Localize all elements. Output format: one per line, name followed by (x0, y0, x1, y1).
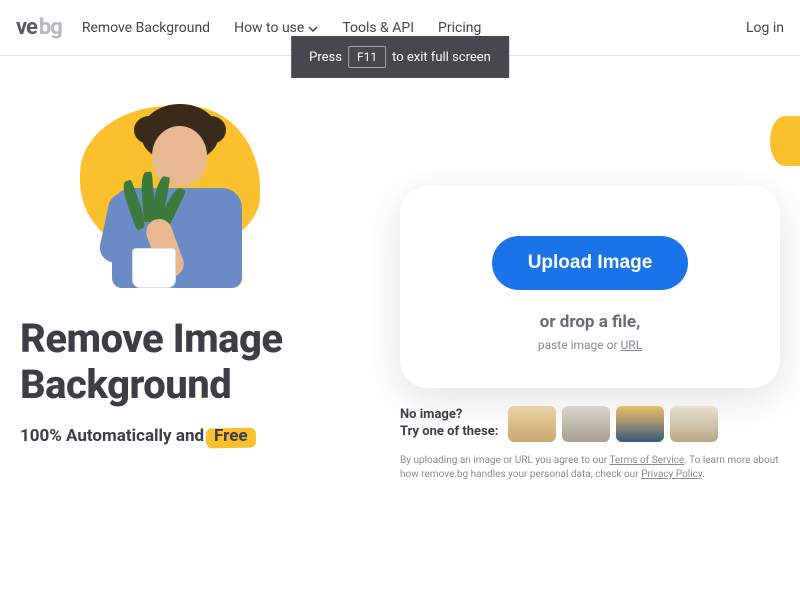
nav-tools-api[interactable]: Tools & API (342, 20, 414, 36)
decorative-blob-icon (770, 116, 800, 166)
fullscreen-press: Press (309, 50, 342, 65)
drop-file-text: or drop a file, (430, 312, 750, 332)
sample-thumb-1[interactable] (508, 406, 556, 442)
logo[interactable]: ve bg (16, 15, 62, 40)
paste-url-link[interactable]: URL (621, 338, 643, 352)
f11-key: F11 (348, 46, 386, 68)
upload-card[interactable]: Upload Image or drop a file, paste image… (400, 186, 780, 388)
page-title: Remove Image Background (20, 316, 370, 408)
fullscreen-banner: Press F11 to exit full screen (291, 36, 509, 78)
samples-text: No image? Try one of these: (400, 407, 498, 441)
upload-image-button[interactable]: Upload Image (492, 236, 689, 290)
sample-thumb-2[interactable] (562, 406, 610, 442)
nav: Remove Background How to use Tools & API… (82, 20, 746, 36)
hero-image (60, 96, 310, 296)
upload-panel: Upload Image or drop a file, paste image… (400, 86, 780, 482)
sample-thumb-3[interactable] (616, 406, 664, 442)
fullscreen-exit: to exit full screen (392, 50, 491, 65)
nav-how-to-use-label: How to use (234, 20, 304, 36)
sample-thumbs (508, 406, 718, 442)
chevron-down-icon (308, 20, 318, 36)
person-illustration (90, 98, 250, 288)
headline-line2: Background (20, 362, 370, 408)
login-link[interactable]: Log in (746, 20, 784, 36)
legal-t1: By uploading an image or URL you agree t… (400, 455, 609, 466)
free-badge: Free (210, 426, 252, 446)
main: Remove Image Background 100% Automatical… (0, 56, 800, 482)
privacy-policy-link[interactable]: Privacy Policy (641, 469, 702, 480)
hero-left: Remove Image Background 100% Automatical… (20, 86, 370, 482)
legal-text: By uploading an image or URL you agree t… (400, 454, 780, 482)
paste-prefix: paste image or (538, 338, 621, 352)
samples-row: No image? Try one of these: (400, 406, 780, 442)
logo-part2: bg (39, 15, 62, 40)
logo-part1: ve (16, 15, 37, 40)
nav-remove-background[interactable]: Remove Background (82, 20, 210, 36)
sub-prefix: 100% Automatically and (20, 426, 204, 446)
headline-line1: Remove Image (20, 316, 370, 362)
samples-line2: Try one of these: (400, 424, 498, 441)
subheadline: 100% Automatically and Free (20, 426, 370, 446)
sample-thumb-4[interactable] (670, 406, 718, 442)
legal-t3: . (702, 469, 705, 480)
nav-how-to-use[interactable]: How to use (234, 20, 318, 36)
paste-text: paste image or URL (430, 338, 750, 352)
nav-pricing[interactable]: Pricing (438, 20, 481, 36)
samples-line1: No image? (400, 407, 498, 424)
terms-of-service-link[interactable]: Terms of Service (609, 455, 684, 466)
